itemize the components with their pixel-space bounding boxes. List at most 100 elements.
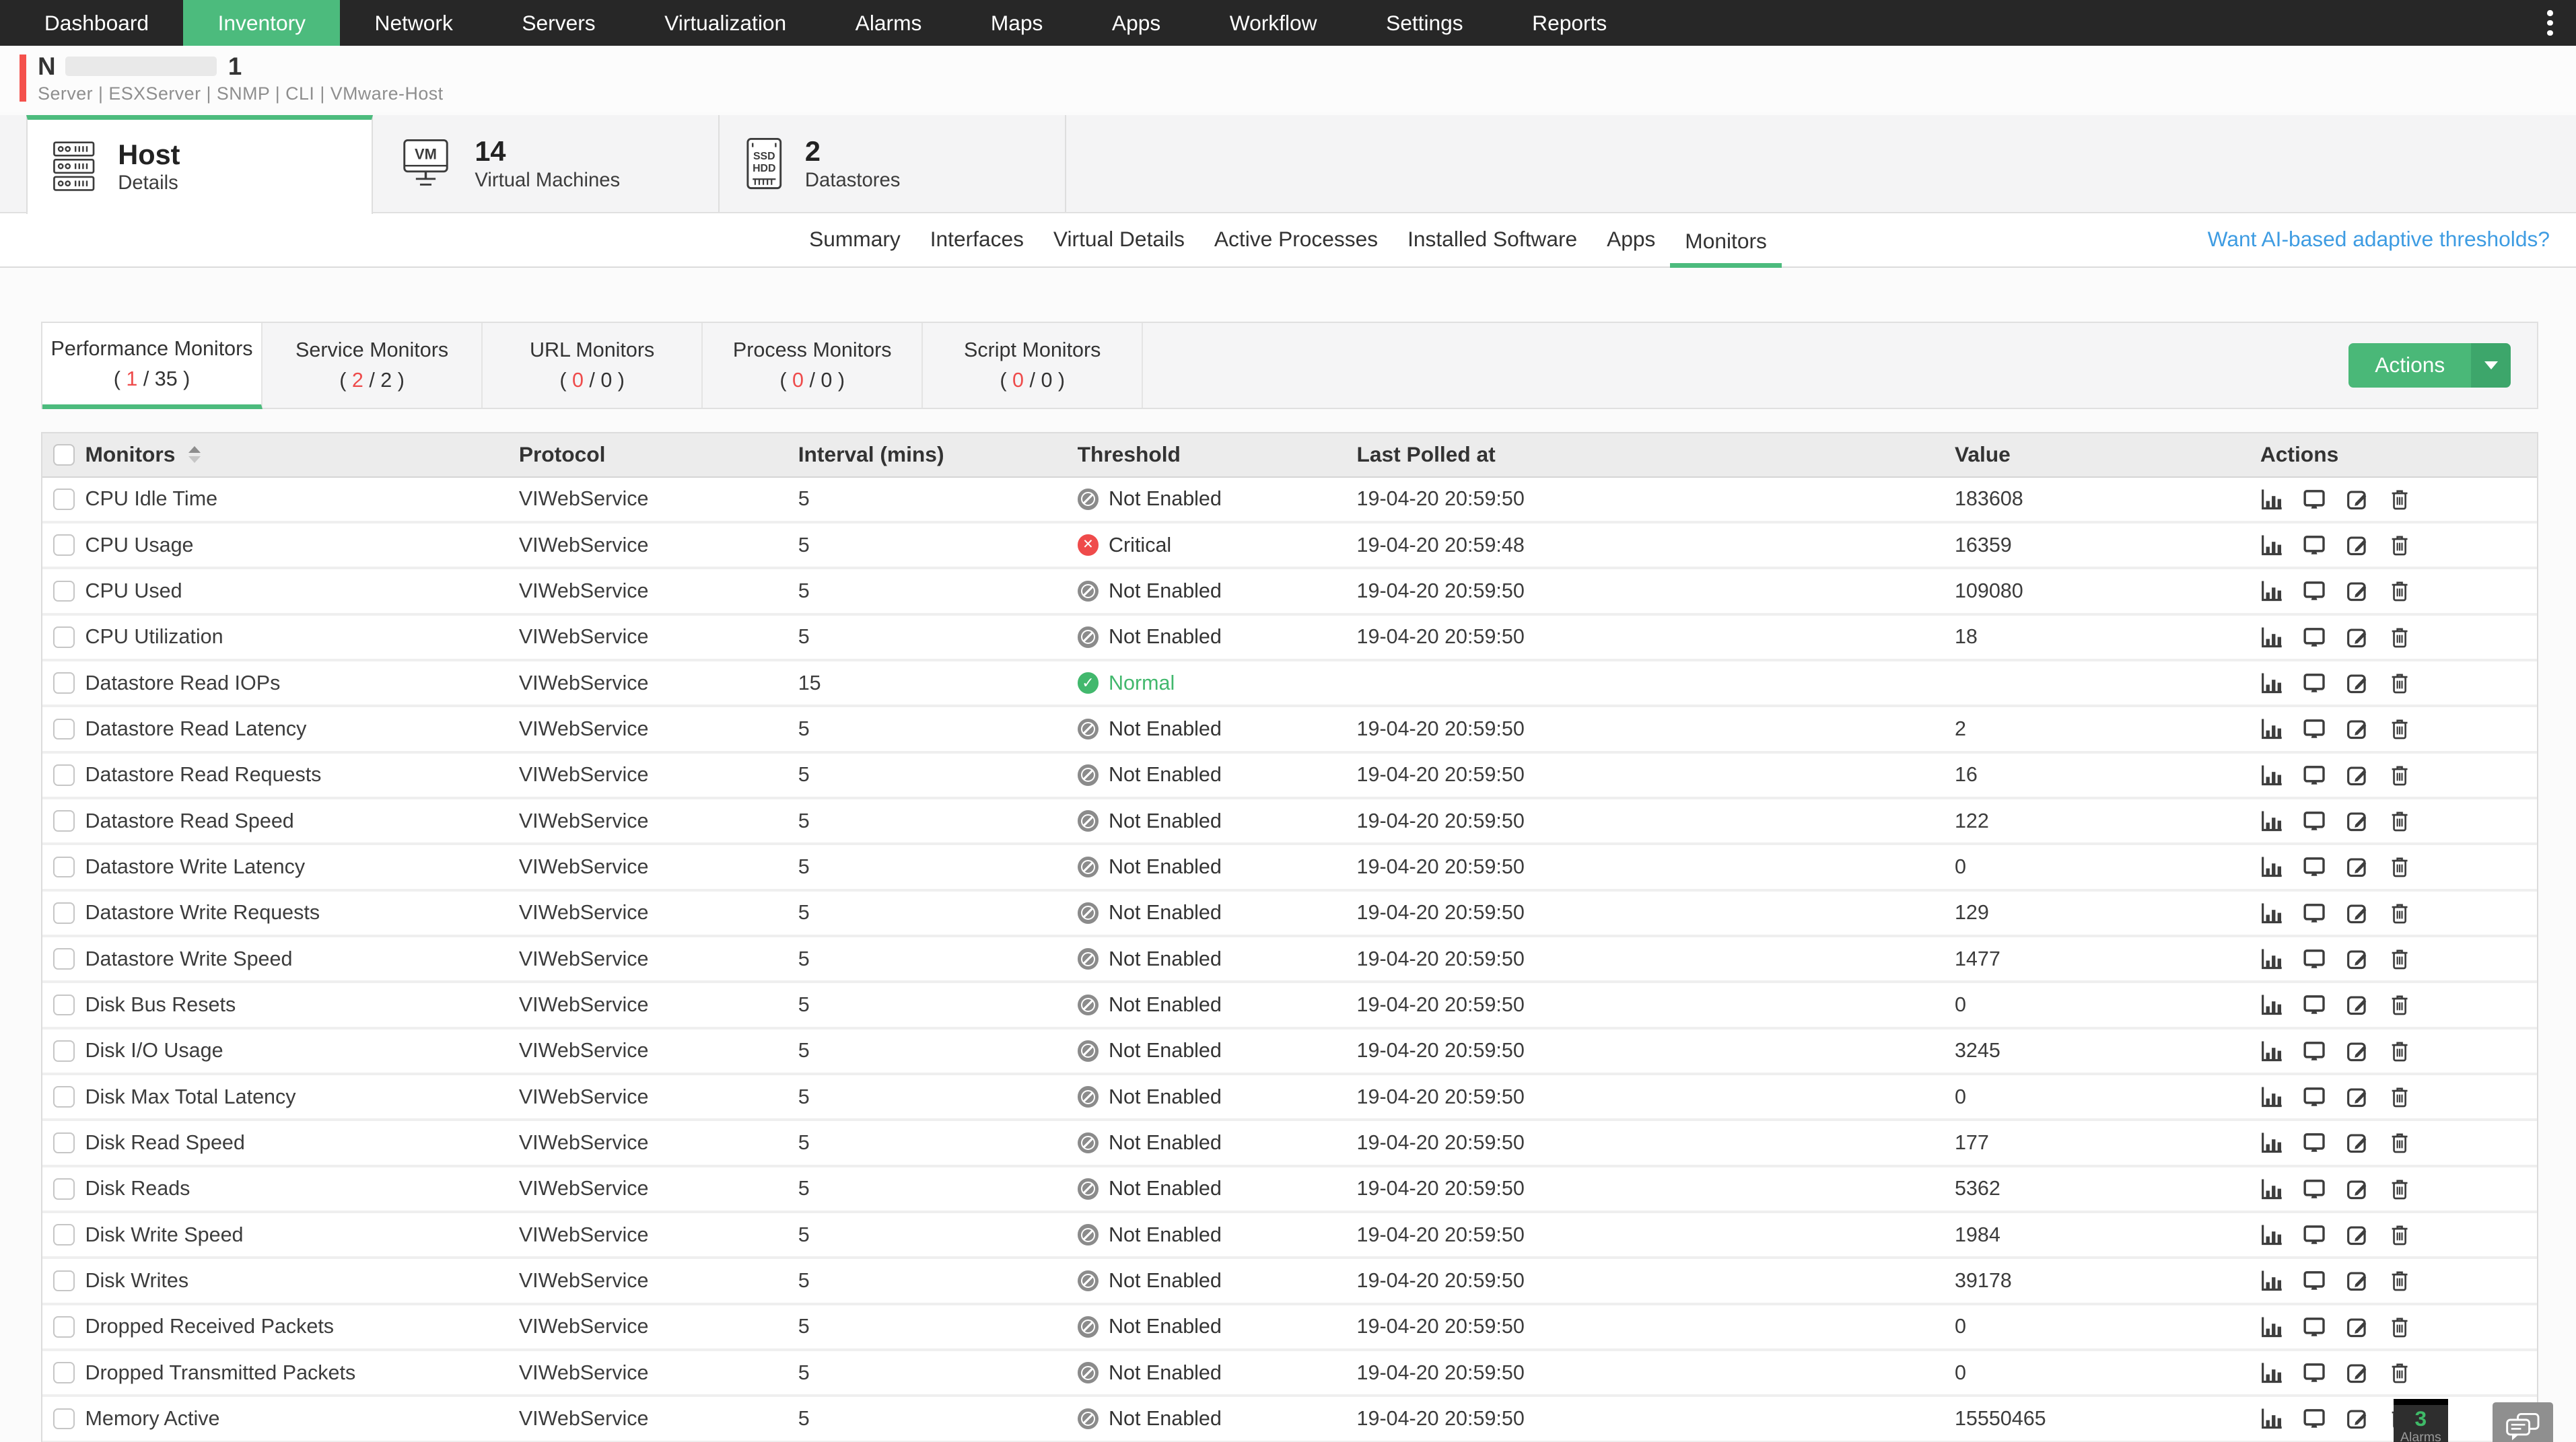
monitor-display-icon[interactable] [2303,1085,2326,1108]
row-checkbox[interactable] [53,995,75,1016]
monitor-display-icon[interactable] [2303,902,2326,925]
bar-chart-icon[interactable] [2260,993,2283,1016]
ai-thresholds-link[interactable]: Want AI-based adaptive thresholds? [2208,227,2550,252]
bar-chart-icon[interactable] [2260,488,2283,511]
delete-icon[interactable] [2388,626,2411,649]
delete-icon[interactable] [2388,855,2411,878]
edit-icon[interactable] [2346,809,2369,832]
delete-icon[interactable] [2388,672,2411,694]
delete-icon[interactable] [2388,902,2411,925]
monitor-display-icon[interactable] [2303,534,2326,556]
edit-icon[interactable] [2346,717,2369,740]
bar-chart-icon[interactable] [2260,809,2283,832]
monitor-tab-process-monitors[interactable]: Process Monitors ( 0 / 0 ) [703,323,923,407]
nav-item-settings[interactable]: Settings [1352,0,1498,46]
monitor-display-icon[interactable] [2303,579,2326,602]
row-checkbox[interactable] [53,1132,75,1154]
edit-icon[interactable] [2346,902,2369,925]
bar-chart-icon[interactable] [2260,1269,2283,1292]
row-checkbox[interactable] [53,1086,75,1108]
monitor-display-icon[interactable] [2303,626,2326,649]
alarms-widget[interactable]: 3 Alarms [2394,1399,2448,1441]
monitor-display-icon[interactable] [2303,1223,2326,1246]
delete-icon[interactable] [2388,1040,2411,1062]
edit-icon[interactable] [2346,534,2369,556]
row-checkbox[interactable] [53,764,75,786]
delete-icon[interactable] [2388,1085,2411,1108]
edit-icon[interactable] [2346,488,2369,511]
bar-chart-icon[interactable] [2260,855,2283,878]
edit-icon[interactable] [2346,1178,2369,1200]
nav-item-maps[interactable]: Maps [956,0,1078,46]
actions-dropdown-caret[interactable] [2471,343,2511,388]
row-checkbox[interactable] [53,1178,75,1200]
delete-icon[interactable] [2388,534,2411,556]
monitor-display-icon[interactable] [2303,993,2326,1016]
nav-item-servers[interactable]: Servers [487,0,630,46]
bar-chart-icon[interactable] [2260,764,2283,787]
monitor-display-icon[interactable] [2303,488,2326,511]
row-checkbox[interactable] [53,534,75,556]
tab-virtual-details[interactable]: Virtual Details [1039,227,1199,266]
nav-item-inventory[interactable]: Inventory [183,0,340,46]
monitor-tab-performance-monitors[interactable]: Performance Monitors ( 1 / 35 ) [42,323,263,409]
row-checkbox[interactable] [53,1224,75,1246]
tab-apps[interactable]: Apps [1592,227,1670,266]
monitor-display-icon[interactable] [2303,1407,2326,1430]
tab-monitors[interactable]: Monitors [1670,229,1782,268]
header-monitors[interactable]: Monitors [85,442,518,467]
delete-icon[interactable] [2388,993,2411,1016]
monitor-display-icon[interactable] [2303,855,2326,878]
monitor-display-icon[interactable] [2303,1040,2326,1062]
nav-item-alarms[interactable]: Alarms [821,0,956,46]
row-checkbox[interactable] [53,1408,75,1430]
bar-chart-icon[interactable] [2260,717,2283,740]
bar-chart-icon[interactable] [2260,1407,2283,1430]
delete-icon[interactable] [2388,1315,2411,1338]
edit-icon[interactable] [2346,672,2369,694]
row-checkbox[interactable] [53,948,75,970]
edit-icon[interactable] [2346,855,2369,878]
bar-chart-icon[interactable] [2260,579,2283,602]
edit-icon[interactable] [2346,1131,2369,1154]
monitor-display-icon[interactable] [2303,1131,2326,1154]
row-checkbox[interactable] [53,489,75,510]
delete-icon[interactable] [2388,579,2411,602]
monitor-display-icon[interactable] [2303,1315,2326,1338]
edit-icon[interactable] [2346,1407,2369,1430]
edit-icon[interactable] [2346,947,2369,970]
row-checkbox[interactable] [53,1040,75,1062]
nav-item-apps[interactable]: Apps [1078,0,1195,46]
row-checkbox[interactable] [53,810,75,832]
row-checkbox[interactable] [53,719,75,740]
bar-chart-icon[interactable] [2260,672,2283,694]
delete-icon[interactable] [2388,1269,2411,1292]
edit-icon[interactable] [2346,1315,2369,1338]
tab-interfaces[interactable]: Interfaces [915,227,1039,266]
bar-chart-icon[interactable] [2260,1085,2283,1108]
monitor-tab-url-monitors[interactable]: URL Monitors ( 0 / 0 ) [483,323,703,407]
row-checkbox[interactable] [53,902,75,924]
delete-icon[interactable] [2388,1178,2411,1200]
actions-button[interactable]: Actions [2348,343,2511,388]
bar-chart-icon[interactable] [2260,1361,2283,1384]
delete-icon[interactable] [2388,1223,2411,1246]
monitor-display-icon[interactable] [2303,947,2326,970]
row-checkbox[interactable] [53,672,75,694]
tab-host-details[interactable]: Host Details [26,115,373,214]
bar-chart-icon[interactable] [2260,534,2283,556]
overflow-menu-icon[interactable] [2547,0,2553,46]
nav-item-reports[interactable]: Reports [1498,0,1642,46]
select-all-checkbox[interactable] [53,444,75,466]
bar-chart-icon[interactable] [2260,1131,2283,1154]
edit-icon[interactable] [2346,579,2369,602]
bar-chart-icon[interactable] [2260,947,2283,970]
row-checkbox[interactable] [53,626,75,648]
edit-icon[interactable] [2346,1269,2369,1292]
delete-icon[interactable] [2388,1131,2411,1154]
edit-icon[interactable] [2346,1223,2369,1246]
bar-chart-icon[interactable] [2260,1223,2283,1246]
row-checkbox[interactable] [53,1316,75,1338]
row-checkbox[interactable] [53,1362,75,1383]
tab-active-processes[interactable]: Active Processes [1199,227,1393,266]
